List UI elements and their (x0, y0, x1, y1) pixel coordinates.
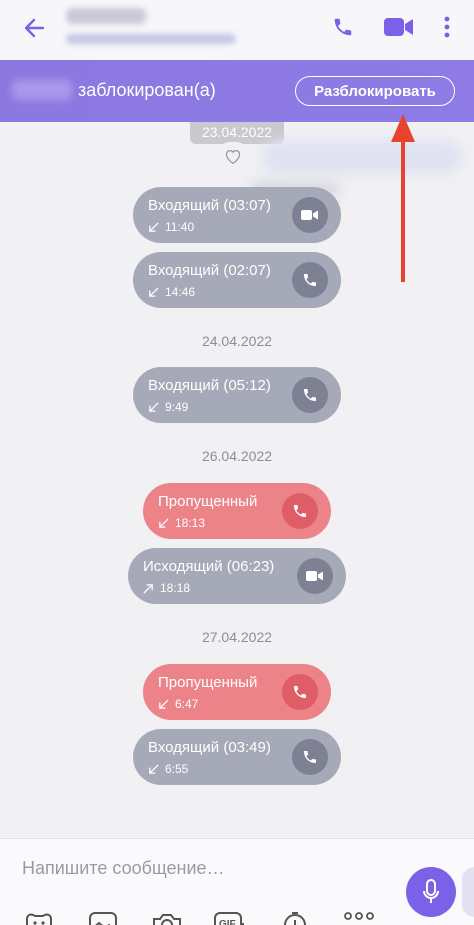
call-meta: 18:13 (158, 516, 205, 530)
more-options-button[interactable] (342, 911, 376, 925)
phone-icon (304, 389, 316, 401)
video-call-action[interactable] (297, 558, 333, 594)
call-time: 18:18 (160, 581, 191, 595)
blocked-text: заблокирован(а) (78, 80, 216, 100)
voice-call-action[interactable] (292, 377, 328, 413)
blocked-contact-blurred (12, 80, 72, 100)
missed-call-bubble[interactable]: Пропущенный 18:13 (143, 483, 331, 539)
call-meta: 9:49 (148, 400, 188, 414)
call-label: Пропущенный (158, 674, 258, 691)
call-meta: 11:40 (148, 220, 194, 234)
incoming-arrow-icon (149, 763, 159, 774)
incoming-arrow-icon (149, 286, 159, 297)
voice-call-action[interactable] (282, 674, 318, 710)
contact-status-blurred (66, 34, 236, 44)
gallery-button[interactable] (86, 911, 120, 925)
call-time: 11:40 (165, 220, 195, 234)
call-bubble[interactable]: Входящий (05:12) 9:49 (133, 367, 341, 423)
call-time: 6:47 (175, 697, 199, 711)
phone-icon (304, 751, 316, 763)
back-button[interactable] (18, 12, 50, 44)
vertical-dots-icon (444, 16, 450, 38)
secondary-action-edge[interactable] (462, 867, 474, 917)
call-bubble[interactable]: Входящий (02:07) 14:46 (133, 252, 341, 308)
incoming-arrow-icon (149, 401, 159, 412)
phone-icon (304, 274, 316, 286)
timer-icon (284, 912, 306, 925)
gallery-icon (89, 912, 117, 925)
call-label: Входящий (05:12) (148, 377, 271, 394)
date-separator: 23.04.2022 (201, 124, 273, 140)
sticker-button[interactable] (22, 911, 56, 925)
call-time: 9:49 (165, 400, 189, 414)
date-separator: 24.04.2022 (201, 333, 273, 349)
more-menu-button[interactable] (430, 12, 464, 42)
gif-icon: GIF (214, 912, 244, 925)
sticker-icon (26, 913, 52, 925)
camera-button[interactable] (150, 911, 184, 925)
call-label: Исходящий (06:23) (143, 558, 275, 575)
message-input[interactable] (10, 851, 390, 885)
video-call-action[interactable] (292, 197, 328, 233)
date-separator: 27.04.2022 (201, 629, 273, 645)
call-bubble[interactable]: Исходящий (06:23) 18:18 (128, 548, 346, 604)
like-button[interactable] (216, 142, 250, 170)
voice-call-action[interactable] (282, 493, 318, 529)
svg-text:GIF: GIF (219, 919, 236, 925)
date-separator: 26.04.2022 (201, 448, 273, 464)
voice-call-action[interactable] (292, 262, 328, 298)
video-camera-icon (306, 571, 323, 581)
incoming-arrow-icon (149, 221, 159, 232)
call-time: 14:46 (165, 285, 196, 299)
video-call-button[interactable] (382, 12, 416, 42)
heart-icon (225, 150, 241, 165)
call-button[interactable] (326, 12, 360, 42)
voice-message-button[interactable] (406, 867, 456, 917)
more-dots-icon (344, 912, 374, 920)
incoming-arrow-icon (159, 698, 169, 709)
contact-name-blurred (66, 8, 146, 24)
gif-button[interactable]: GIF (213, 911, 247, 925)
video-camera-icon (301, 210, 318, 220)
outgoing-arrow-icon (143, 583, 153, 594)
call-bubble[interactable]: Входящий (03:49) 6:55 (133, 729, 341, 785)
phone-icon (334, 18, 352, 36)
contact-info-blurred[interactable] (66, 8, 236, 44)
unblock-button[interactable]: Разблокировать (295, 76, 455, 106)
voice-call-action[interactable] (292, 739, 328, 775)
chat-header (0, 0, 474, 60)
call-meta: 14:46 (148, 285, 195, 299)
call-time: 6:55 (165, 762, 189, 776)
missed-call-bubble[interactable]: Пропущенный 6:47 (143, 664, 331, 720)
incoming-arrow-icon (159, 517, 169, 528)
call-label: Пропущенный (158, 493, 258, 510)
blurred-message (262, 140, 462, 174)
call-label: Входящий (02:07) (148, 262, 271, 279)
call-label: Входящий (03:49) (148, 739, 271, 756)
arrow-left-icon (24, 18, 45, 38)
call-bubble[interactable]: Входящий (03:07) 11:40 (133, 187, 341, 243)
call-meta: 6:55 (148, 762, 188, 776)
call-meta: 18:18 (143, 581, 190, 595)
phone-icon (294, 505, 306, 517)
microphone-icon (423, 879, 439, 903)
camera-icon (153, 914, 181, 925)
video-camera-icon (384, 18, 413, 36)
call-meta: 6:47 (158, 697, 198, 711)
timer-button[interactable] (278, 911, 312, 925)
phone-icon (294, 686, 306, 698)
call-label: Входящий (03:07) (148, 197, 271, 214)
message-composer: GIF (0, 838, 474, 925)
call-time: 18:13 (175, 516, 206, 530)
